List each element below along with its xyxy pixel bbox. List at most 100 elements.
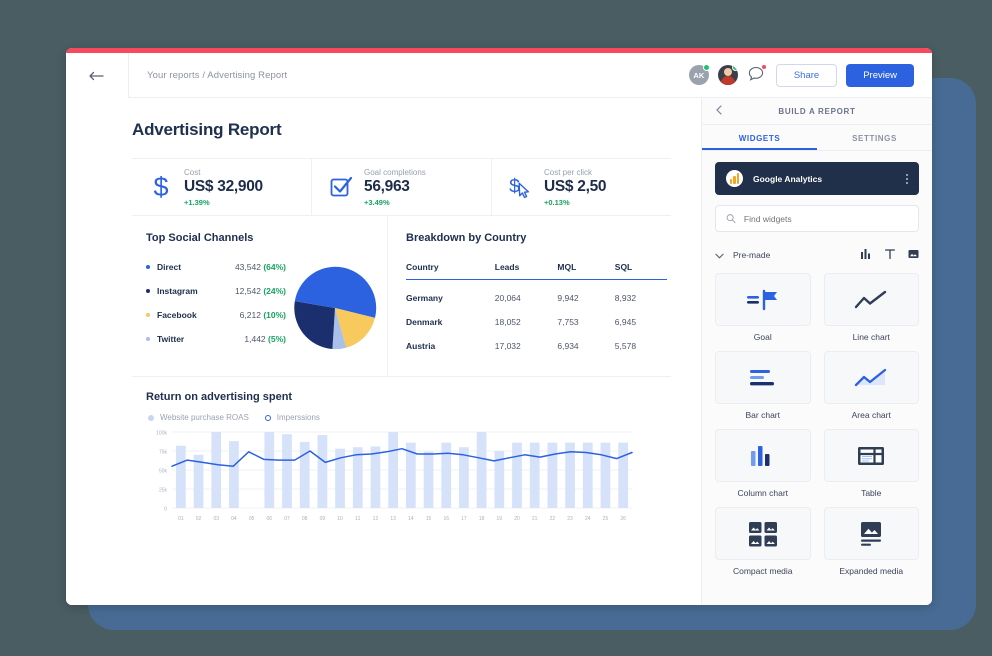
cell-country: Germany [406, 280, 495, 305]
comments-button[interactable] [747, 65, 767, 85]
widget-title: Return on advertising spent [146, 391, 667, 403]
kpi-card-cost-per-click[interactable]: $ Cost per click US$ 2,50 +0.13% [491, 159, 671, 215]
line-chart-icon [824, 273, 920, 326]
widget-tile-label: Bar chart [715, 410, 811, 420]
chevron-left-icon [716, 105, 722, 115]
avatar[interactable]: AK [689, 65, 709, 85]
widget-tile-expanded-media[interactable]: Expanded media [824, 507, 920, 576]
kpi-row: $ Cost US$ 32,900 +1.39% Goal co [132, 158, 671, 216]
kpi-card-cost[interactable]: $ Cost US$ 32,900 +1.39% [132, 159, 311, 215]
legend-bullet [146, 265, 150, 269]
google-analytics-icon [726, 170, 743, 187]
table-row[interactable]: Germany 20,064 9,942 8,932 [406, 280, 667, 305]
kpi-value: US$ 2,50 [544, 178, 606, 196]
widget-search[interactable] [715, 205, 919, 232]
svg-text:$: $ [153, 172, 168, 202]
cell-country: Austria [406, 328, 495, 352]
list-item[interactable]: Facebook 6,212 (10%) [146, 310, 286, 320]
svg-text:22: 22 [550, 516, 556, 522]
legend-ring-icon [265, 415, 271, 421]
datasource-name: Google Analytics [753, 174, 906, 184]
datasource-card-google-analytics[interactable]: Google Analytics [715, 162, 919, 195]
legend-item[interactable]: Website purchase ROAS [148, 413, 249, 422]
widget-tile-goal[interactable]: Goal [715, 273, 811, 342]
goal-flag-icon [715, 273, 811, 326]
widget-tile-label: Goal [715, 332, 811, 342]
widget-tile-column-chart[interactable]: Column chart [715, 429, 811, 498]
kpi-delta: +1.39% [184, 198, 263, 207]
svg-text:0: 0 [164, 507, 167, 513]
kpi-card-goal-completions[interactable]: Goal completions 56,963 +3.49% [311, 159, 491, 215]
chart-legend: Website purchase ROAS Imperssions [148, 413, 667, 422]
cell-leads: 18,052 [495, 304, 558, 328]
app-window: Your reports / Advertising Report AK Sha… [66, 48, 932, 605]
svg-text:15: 15 [426, 516, 432, 522]
widget-grid: Goal Line chart Bar ch [715, 273, 919, 576]
channel-name: Direct [157, 262, 235, 272]
widget-tile-bar-chart[interactable]: Bar chart [715, 351, 811, 420]
list-item[interactable]: Twitter 1,442 (5%) [146, 334, 286, 344]
table-header-row: Country Leads MQL SQL [406, 262, 667, 280]
legend-label: Website purchase ROAS [160, 413, 249, 422]
kpi-delta: +3.49% [364, 198, 426, 207]
channel-name: Instagram [157, 286, 235, 296]
chart-icon[interactable] [861, 246, 872, 264]
text-icon[interactable] [885, 246, 895, 264]
premade-view-tools [861, 246, 919, 264]
kebab-menu-icon[interactable] [906, 174, 908, 184]
svg-text:12: 12 [373, 516, 379, 522]
widget-tile-table[interactable]: Table [824, 429, 920, 498]
svg-text:16: 16 [443, 516, 449, 522]
preview-button[interactable]: Preview [846, 64, 914, 87]
widget-tile-line-chart[interactable]: Line chart [824, 273, 920, 342]
widget-tile-label: Column chart [715, 488, 811, 498]
list-item[interactable]: Instagram 12,542 (24%) [146, 286, 286, 296]
legend-bullet [146, 337, 150, 341]
bar-chart-icon [715, 351, 811, 404]
svg-text:07: 07 [284, 516, 290, 522]
svg-text:09: 09 [320, 516, 326, 522]
sidebar-back-button[interactable] [716, 102, 722, 120]
cell-leads: 17,032 [495, 328, 558, 352]
report-two-column-section: Top Social Channels Direct 43,542 (64%) [132, 216, 671, 377]
table-row[interactable]: Denmark 18,052 7,753 6,945 [406, 304, 667, 328]
column-header: MQL [557, 262, 614, 280]
breadcrumb[interactable]: Your reports / Advertising Report [128, 53, 358, 98]
column-header: SQL [615, 262, 667, 280]
sidebar-header: BUILD A REPORT [702, 98, 932, 125]
widget-tile-area-chart[interactable]: Area chart [824, 351, 920, 420]
social-pie-chart [292, 265, 378, 356]
page-title: Advertising Report [132, 120, 671, 140]
image-icon[interactable] [908, 246, 919, 264]
avatar[interactable] [718, 65, 738, 85]
svg-text:13: 13 [390, 516, 396, 522]
channel-percent: (24%) [263, 286, 286, 296]
back-button[interactable] [66, 53, 128, 98]
tab-widgets[interactable]: WIDGETS [702, 125, 817, 150]
search-input[interactable] [744, 214, 908, 224]
tab-settings[interactable]: SETTINGS [817, 125, 932, 150]
sidebar-tabs: WIDGETS SETTINGS [702, 125, 932, 151]
svg-text:25k: 25k [159, 488, 168, 494]
top-bar-actions: AK Share Preview [689, 53, 932, 98]
widget-title: Top Social Channels [146, 232, 387, 244]
list-item[interactable]: Direct 43,542 (64%) [146, 262, 286, 272]
widget-tile-compact-media[interactable]: Compact media [715, 507, 811, 576]
top-bar: Your reports / Advertising Report AK Sha… [66, 53, 932, 98]
legend-item[interactable]: Imperssions [265, 413, 320, 422]
premade-section-header: Pre-made [715, 246, 919, 264]
channel-name: Twitter [157, 334, 244, 344]
table-row[interactable]: Austria 17,032 6,934 5,578 [406, 328, 667, 352]
channel-percent: (10%) [263, 310, 286, 320]
channel-name: Facebook [157, 310, 240, 320]
column-header: Country [406, 262, 495, 280]
roas-chart: 025k50k75k100k01020304050607080910111213… [146, 428, 636, 524]
svg-text:01: 01 [178, 516, 184, 522]
kpi-label: Goal completions [364, 168, 426, 177]
chevron-down-icon[interactable] [715, 246, 724, 264]
svg-text:03: 03 [213, 516, 219, 522]
share-button[interactable]: Share [776, 64, 837, 87]
channel-percent: (64%) [263, 262, 286, 272]
svg-text:14: 14 [408, 516, 414, 522]
svg-text:25: 25 [603, 516, 609, 522]
